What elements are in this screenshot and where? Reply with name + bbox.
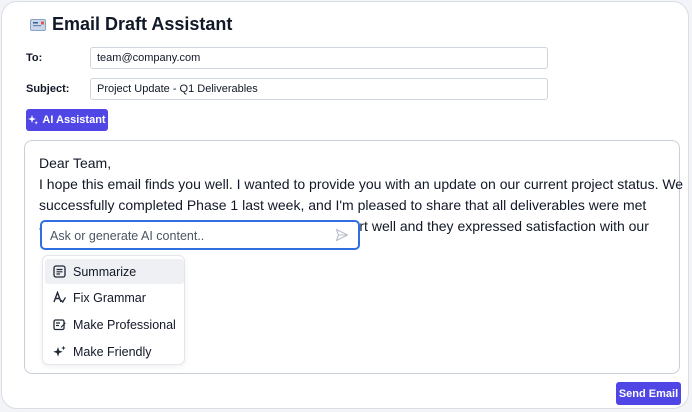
page-title-text: Email Draft Assistant	[52, 14, 233, 34]
page-title: Email Draft Assistant	[30, 14, 232, 35]
email-line: I hope this email finds you well. I want…	[39, 176, 684, 192]
menu-item-label: Summarize	[73, 264, 137, 279]
ai-assistant-button[interactable]: AI Assistant	[26, 109, 108, 131]
to-field[interactable]: team@company.com	[90, 47, 548, 69]
send-icon[interactable]	[335, 228, 349, 242]
ai-assistant-label: AI Assistant	[42, 114, 106, 126]
ai-prompt-input[interactable]	[48, 226, 337, 246]
email-draft-app: Email Draft Assistant To: team@company.c…	[1, 1, 689, 409]
summarize-icon	[53, 265, 66, 278]
menu-item-summarize[interactable]: Summarize	[45, 259, 184, 284]
to-label: To:	[26, 52, 43, 64]
professional-icon	[53, 319, 66, 331]
menu-item-label: Make Professional	[73, 317, 176, 332]
email-line: Dear Team,	[39, 155, 112, 171]
subject-field[interactable]: Project Update - Q1 Deliverables	[90, 78, 548, 100]
email-line: successfully completed Phase 1 last week…	[39, 197, 647, 213]
menu-item-fix-grammar[interactable]: Fix Grammar	[45, 285, 184, 310]
menu-item-label: Fix Grammar	[73, 290, 146, 305]
subject-label: Subject:	[26, 83, 70, 95]
ai-prompt-box[interactable]	[40, 220, 360, 250]
send-email-button[interactable]: Send Email	[616, 382, 681, 405]
ai-actions-menu: Summarize Fix Grammar Make Professional …	[42, 255, 185, 365]
envelope-icon	[30, 18, 46, 31]
sparkle-icon	[28, 115, 39, 125]
menu-item-label: Make Friendly	[73, 344, 152, 359]
menu-item-make-professional[interactable]: Make Professional	[45, 312, 184, 337]
friendly-icon	[53, 345, 66, 357]
grammar-icon	[53, 291, 66, 304]
menu-item-make-friendly[interactable]: Make Friendly	[45, 339, 184, 364]
